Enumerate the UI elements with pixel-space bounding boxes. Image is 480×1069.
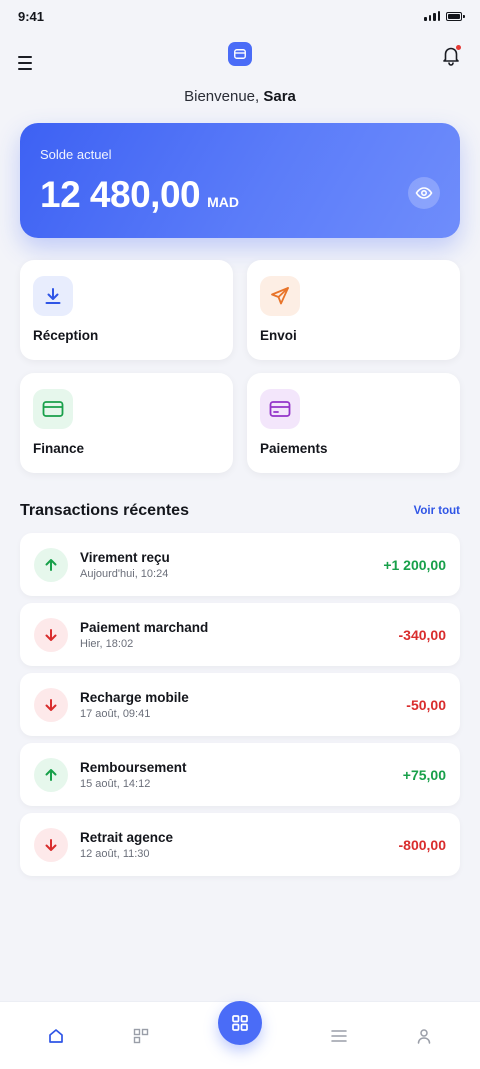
- bell-icon[interactable]: [440, 44, 462, 66]
- transaction-text: Recharge mobile 17 août, 09:41: [80, 690, 406, 720]
- transaction-title: Paiement marchand: [80, 619, 209, 635]
- user-icon[interactable]: [414, 1026, 434, 1046]
- transactions-header: Transactions récentes Voir tout: [20, 501, 460, 521]
- transaction-date: Hier, 18:02: [80, 637, 134, 650]
- transaction-amount: +1 200,00: [383, 556, 446, 573]
- notification-dot: [456, 45, 461, 50]
- section-title: Transactions récentes: [20, 502, 189, 519]
- bottom-nav: [0, 1001, 480, 1069]
- scan-icon[interactable]: [218, 1001, 262, 1045]
- arrow-up-icon: [34, 757, 68, 792]
- signal-icon: [424, 11, 440, 21]
- send-icon: [260, 276, 300, 316]
- status-bar: 9:41: [0, 0, 480, 32]
- transaction-amount: -50,00: [406, 696, 446, 713]
- action-label: Réception: [33, 328, 99, 343]
- transaction-text: Paiement marchand Hier, 18:02: [80, 620, 399, 650]
- hamburger-icon[interactable]: [18, 52, 40, 74]
- transaction-text: Retrait agence 12 août, 11:30: [80, 830, 399, 860]
- quick-actions: Réception Envoi Finance Paiements: [20, 260, 460, 473]
- action-finance[interactable]: Finance: [20, 373, 233, 473]
- arrow-down-icon: [34, 687, 68, 722]
- transaction-row[interactable]: Virement reçu Aujourd'hui, 10:24 +1 200,…: [20, 533, 460, 596]
- status-time: 9:41: [18, 8, 45, 24]
- transaction-date: Aujourd'hui, 10:24: [80, 567, 169, 580]
- transaction-amount: +75,00: [402, 766, 446, 783]
- transaction-date: 12 août, 11:30: [80, 847, 150, 860]
- transaction-title: Virement reçu: [80, 549, 170, 565]
- transaction-text: Remboursement 15 août, 14:12: [80, 760, 403, 790]
- card-icon: [228, 42, 252, 66]
- top-bar: [0, 42, 480, 86]
- balance-label: Solde actuel: [40, 147, 112, 162]
- balance-card: Solde actuel 12 480,00 MAD: [20, 123, 460, 238]
- eye-icon[interactable]: [408, 177, 440, 209]
- action-paiements[interactable]: Paiements: [247, 373, 460, 473]
- action-label: Finance: [33, 441, 85, 456]
- transaction-date: 15 août, 14:12: [80, 777, 151, 790]
- arrow-up-icon: [34, 547, 68, 582]
- greeting-prefix: Bienvenue,: [184, 88, 264, 105]
- user-name: Sara: [263, 88, 296, 105]
- action-label: Paiements: [260, 441, 328, 456]
- transaction-list: Virement reçu Aujourd'hui, 10:24 +1 200,…: [20, 533, 460, 876]
- transaction-amount: -340,00: [398, 626, 446, 643]
- transaction-row[interactable]: Paiement marchand Hier, 18:02 -340,00: [20, 603, 460, 666]
- action-label: Envoi: [260, 328, 297, 343]
- balance-row: 12 480,00 MAD: [40, 174, 440, 216]
- wallet-icon: [260, 389, 300, 429]
- transaction-date: 17 août, 09:41: [80, 707, 151, 720]
- battery-icon: [446, 11, 465, 21]
- action-reception[interactable]: Réception: [20, 260, 233, 360]
- transaction-title: Remboursement: [80, 759, 187, 775]
- balance-currency: MAD: [207, 194, 239, 210]
- transaction-row[interactable]: Recharge mobile 17 août, 09:41 -50,00: [20, 673, 460, 736]
- transaction-title: Recharge mobile: [80, 689, 189, 705]
- arrow-down-icon: [34, 617, 68, 652]
- grid-icon[interactable]: [131, 1026, 151, 1046]
- arrow-down-icon: [34, 827, 68, 862]
- balance-amount: 12 480,00: [40, 174, 201, 215]
- transaction-row[interactable]: Retrait agence 12 août, 11:30 -800,00: [20, 813, 460, 876]
- see-all-link[interactable]: Voir tout: [414, 505, 460, 517]
- transaction-text: Virement reçu Aujourd'hui, 10:24: [80, 550, 383, 580]
- download-icon: [33, 276, 73, 316]
- greeting: Bienvenue, Sara: [0, 88, 480, 105]
- card-icon: [33, 389, 73, 429]
- list-icon[interactable]: [329, 1026, 349, 1046]
- transaction-row[interactable]: Remboursement 15 août, 14:12 +75,00: [20, 743, 460, 806]
- transaction-amount: -800,00: [398, 836, 446, 853]
- home-icon[interactable]: [46, 1026, 66, 1046]
- status-icons: [424, 11, 465, 21]
- transaction-title: Retrait agence: [80, 829, 174, 845]
- action-envoi[interactable]: Envoi: [247, 260, 460, 360]
